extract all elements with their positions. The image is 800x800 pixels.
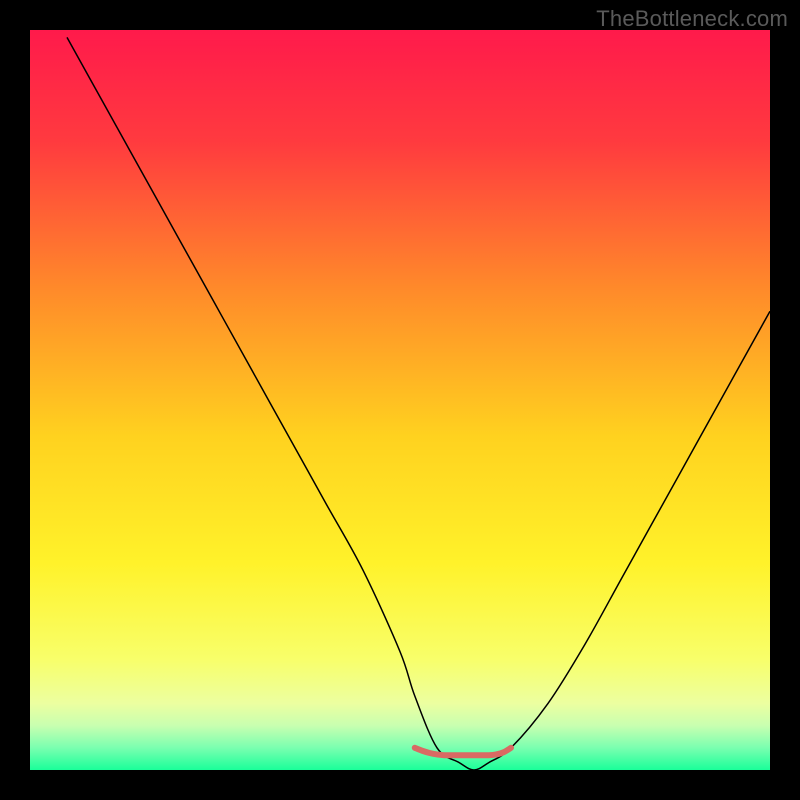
watermark-text: TheBottleneck.com — [596, 6, 788, 32]
chart-frame: TheBottleneck.com — [0, 0, 800, 800]
bottleneck-chart — [0, 0, 800, 800]
plot-background — [30, 30, 770, 770]
